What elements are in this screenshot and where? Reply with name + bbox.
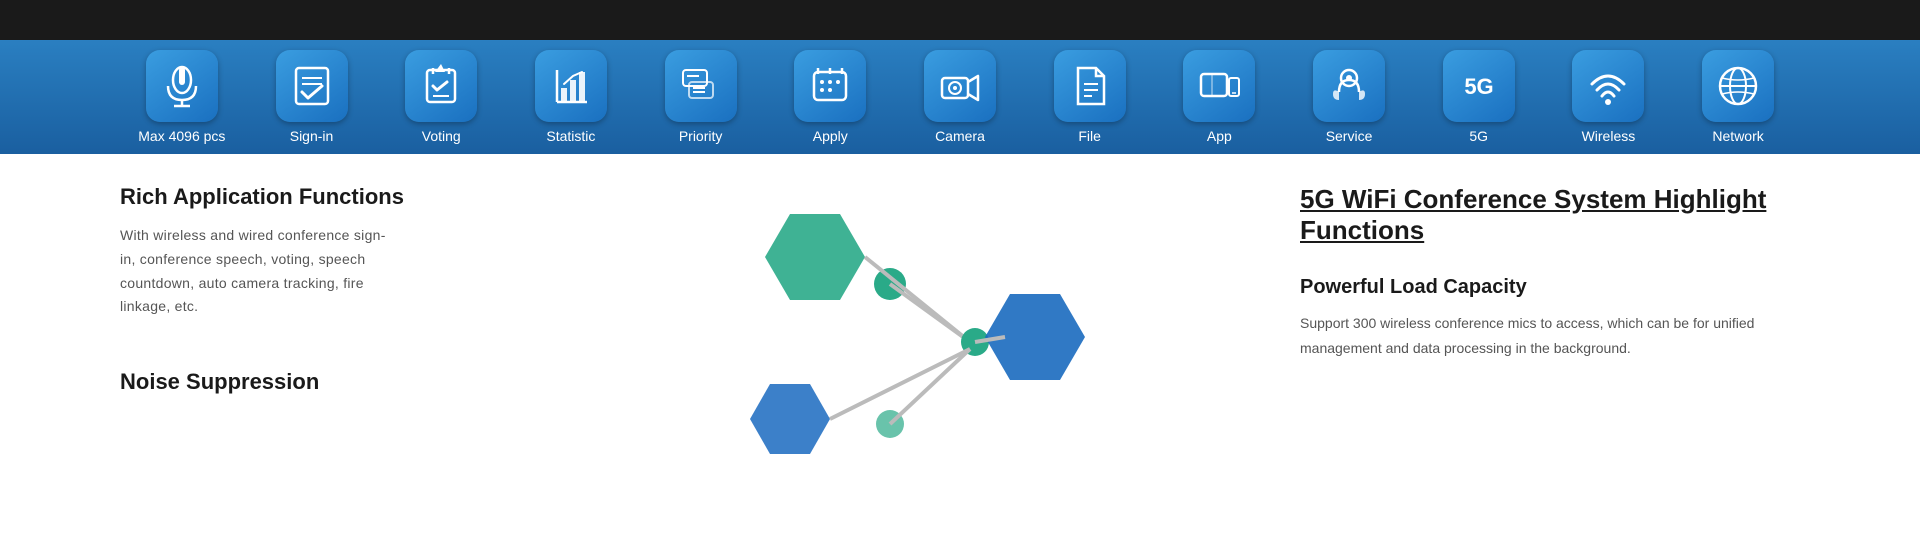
- nav-item-wireless[interactable]: Wireless: [1563, 50, 1653, 144]
- right-section: 5G WiFi Conference System Highlight Func…: [1300, 184, 1800, 474]
- nav-label-priority: Priority: [679, 128, 723, 144]
- wireless-icon: [1586, 64, 1630, 108]
- nav-label-network: Network: [1712, 128, 1763, 144]
- nav-label-camera: Camera: [935, 128, 985, 144]
- nav-item-signin[interactable]: Sign-in: [267, 50, 357, 144]
- nav-label-app: App: [1207, 128, 1232, 144]
- nav-label-service: Service: [1326, 128, 1373, 144]
- nav-icon-box-app: [1183, 50, 1255, 122]
- content-area: Rich Application Functions With wireless…: [0, 154, 1920, 474]
- rich-app-title: Rich Application Functions: [120, 184, 540, 210]
- nav-item-voting[interactable]: Voting: [396, 50, 486, 144]
- nav-item-5g[interactable]: 5G 5G: [1434, 50, 1524, 144]
- voting-icon: [419, 64, 463, 108]
- highlight-body-1: Support 300 wireless conference mics to …: [1300, 311, 1760, 361]
- nav-label-wireless: Wireless: [1582, 128, 1636, 144]
- nav-icon-box-camera: [924, 50, 996, 122]
- mic-icon: [160, 64, 204, 108]
- nav-icon-box-file: [1054, 50, 1126, 122]
- nav-icon-box-wireless: [1572, 50, 1644, 122]
- nav-label-signin: Sign-in: [290, 128, 334, 144]
- priority-icon: [679, 64, 723, 108]
- 5g-icon: 5G: [1457, 64, 1501, 108]
- nav-icon-box-voting: [405, 50, 477, 122]
- nav-item-camera[interactable]: Camera: [915, 50, 1005, 144]
- camera-icon: [938, 64, 982, 108]
- nav-item-apply[interactable]: Apply: [785, 50, 875, 144]
- nav-label-voting: Voting: [422, 128, 461, 144]
- signin-icon: [290, 64, 334, 108]
- nav-item-max4096[interactable]: Max 4096 pcs: [137, 50, 227, 144]
- diagram-section: [540, 184, 1300, 474]
- left-section: Rich Application Functions With wireless…: [120, 184, 540, 474]
- nav-icon-box-service: [1313, 50, 1385, 122]
- apply-icon: [808, 64, 852, 108]
- svg-text:5G: 5G: [1464, 74, 1493, 99]
- diagram-svg: [710, 194, 1130, 474]
- nav-item-file[interactable]: File: [1045, 50, 1135, 144]
- nav-label-5g: 5G: [1469, 128, 1488, 144]
- nav-icon-box-max4096: [146, 50, 218, 122]
- nav-icon-box-signin: [276, 50, 348, 122]
- highlight-subtitle-1: Powerful Load Capacity: [1300, 276, 1800, 299]
- icon-nav-bar: Max 4096 pcs Sign-in Voting: [0, 40, 1920, 154]
- highlight-main-title: 5G WiFi Conference System Highlight Func…: [1300, 184, 1800, 246]
- app-icon: [1197, 64, 1241, 108]
- network-icon: [1716, 64, 1760, 108]
- nav-icon-box-apply: [794, 50, 866, 122]
- rich-app-body: With wireless and wired conference sign-…: [120, 224, 400, 319]
- file-icon: [1068, 64, 1112, 108]
- nav-icon-box-statistic: [535, 50, 607, 122]
- nav-icon-box-priority: [665, 50, 737, 122]
- nav-item-statistic[interactable]: Statistic: [526, 50, 616, 144]
- nav-icon-box-network: [1702, 50, 1774, 122]
- noise-title: Noise Suppression: [120, 369, 540, 395]
- top-black-bar: [0, 0, 1920, 40]
- nav-label-max4096: Max 4096 pcs: [138, 128, 225, 144]
- nav-item-priority[interactable]: Priority: [656, 50, 746, 144]
- nav-item-service[interactable]: Service: [1304, 50, 1394, 144]
- statistic-icon: [549, 64, 593, 108]
- nav-icon-box-5g: 5G: [1443, 50, 1515, 122]
- service-icon: [1327, 64, 1371, 108]
- nav-label-apply: Apply: [813, 128, 848, 144]
- nav-item-app[interactable]: App: [1174, 50, 1264, 144]
- nav-label-statistic: Statistic: [546, 128, 595, 144]
- nav-label-file: File: [1078, 128, 1101, 144]
- nav-item-network[interactable]: Network: [1693, 50, 1783, 144]
